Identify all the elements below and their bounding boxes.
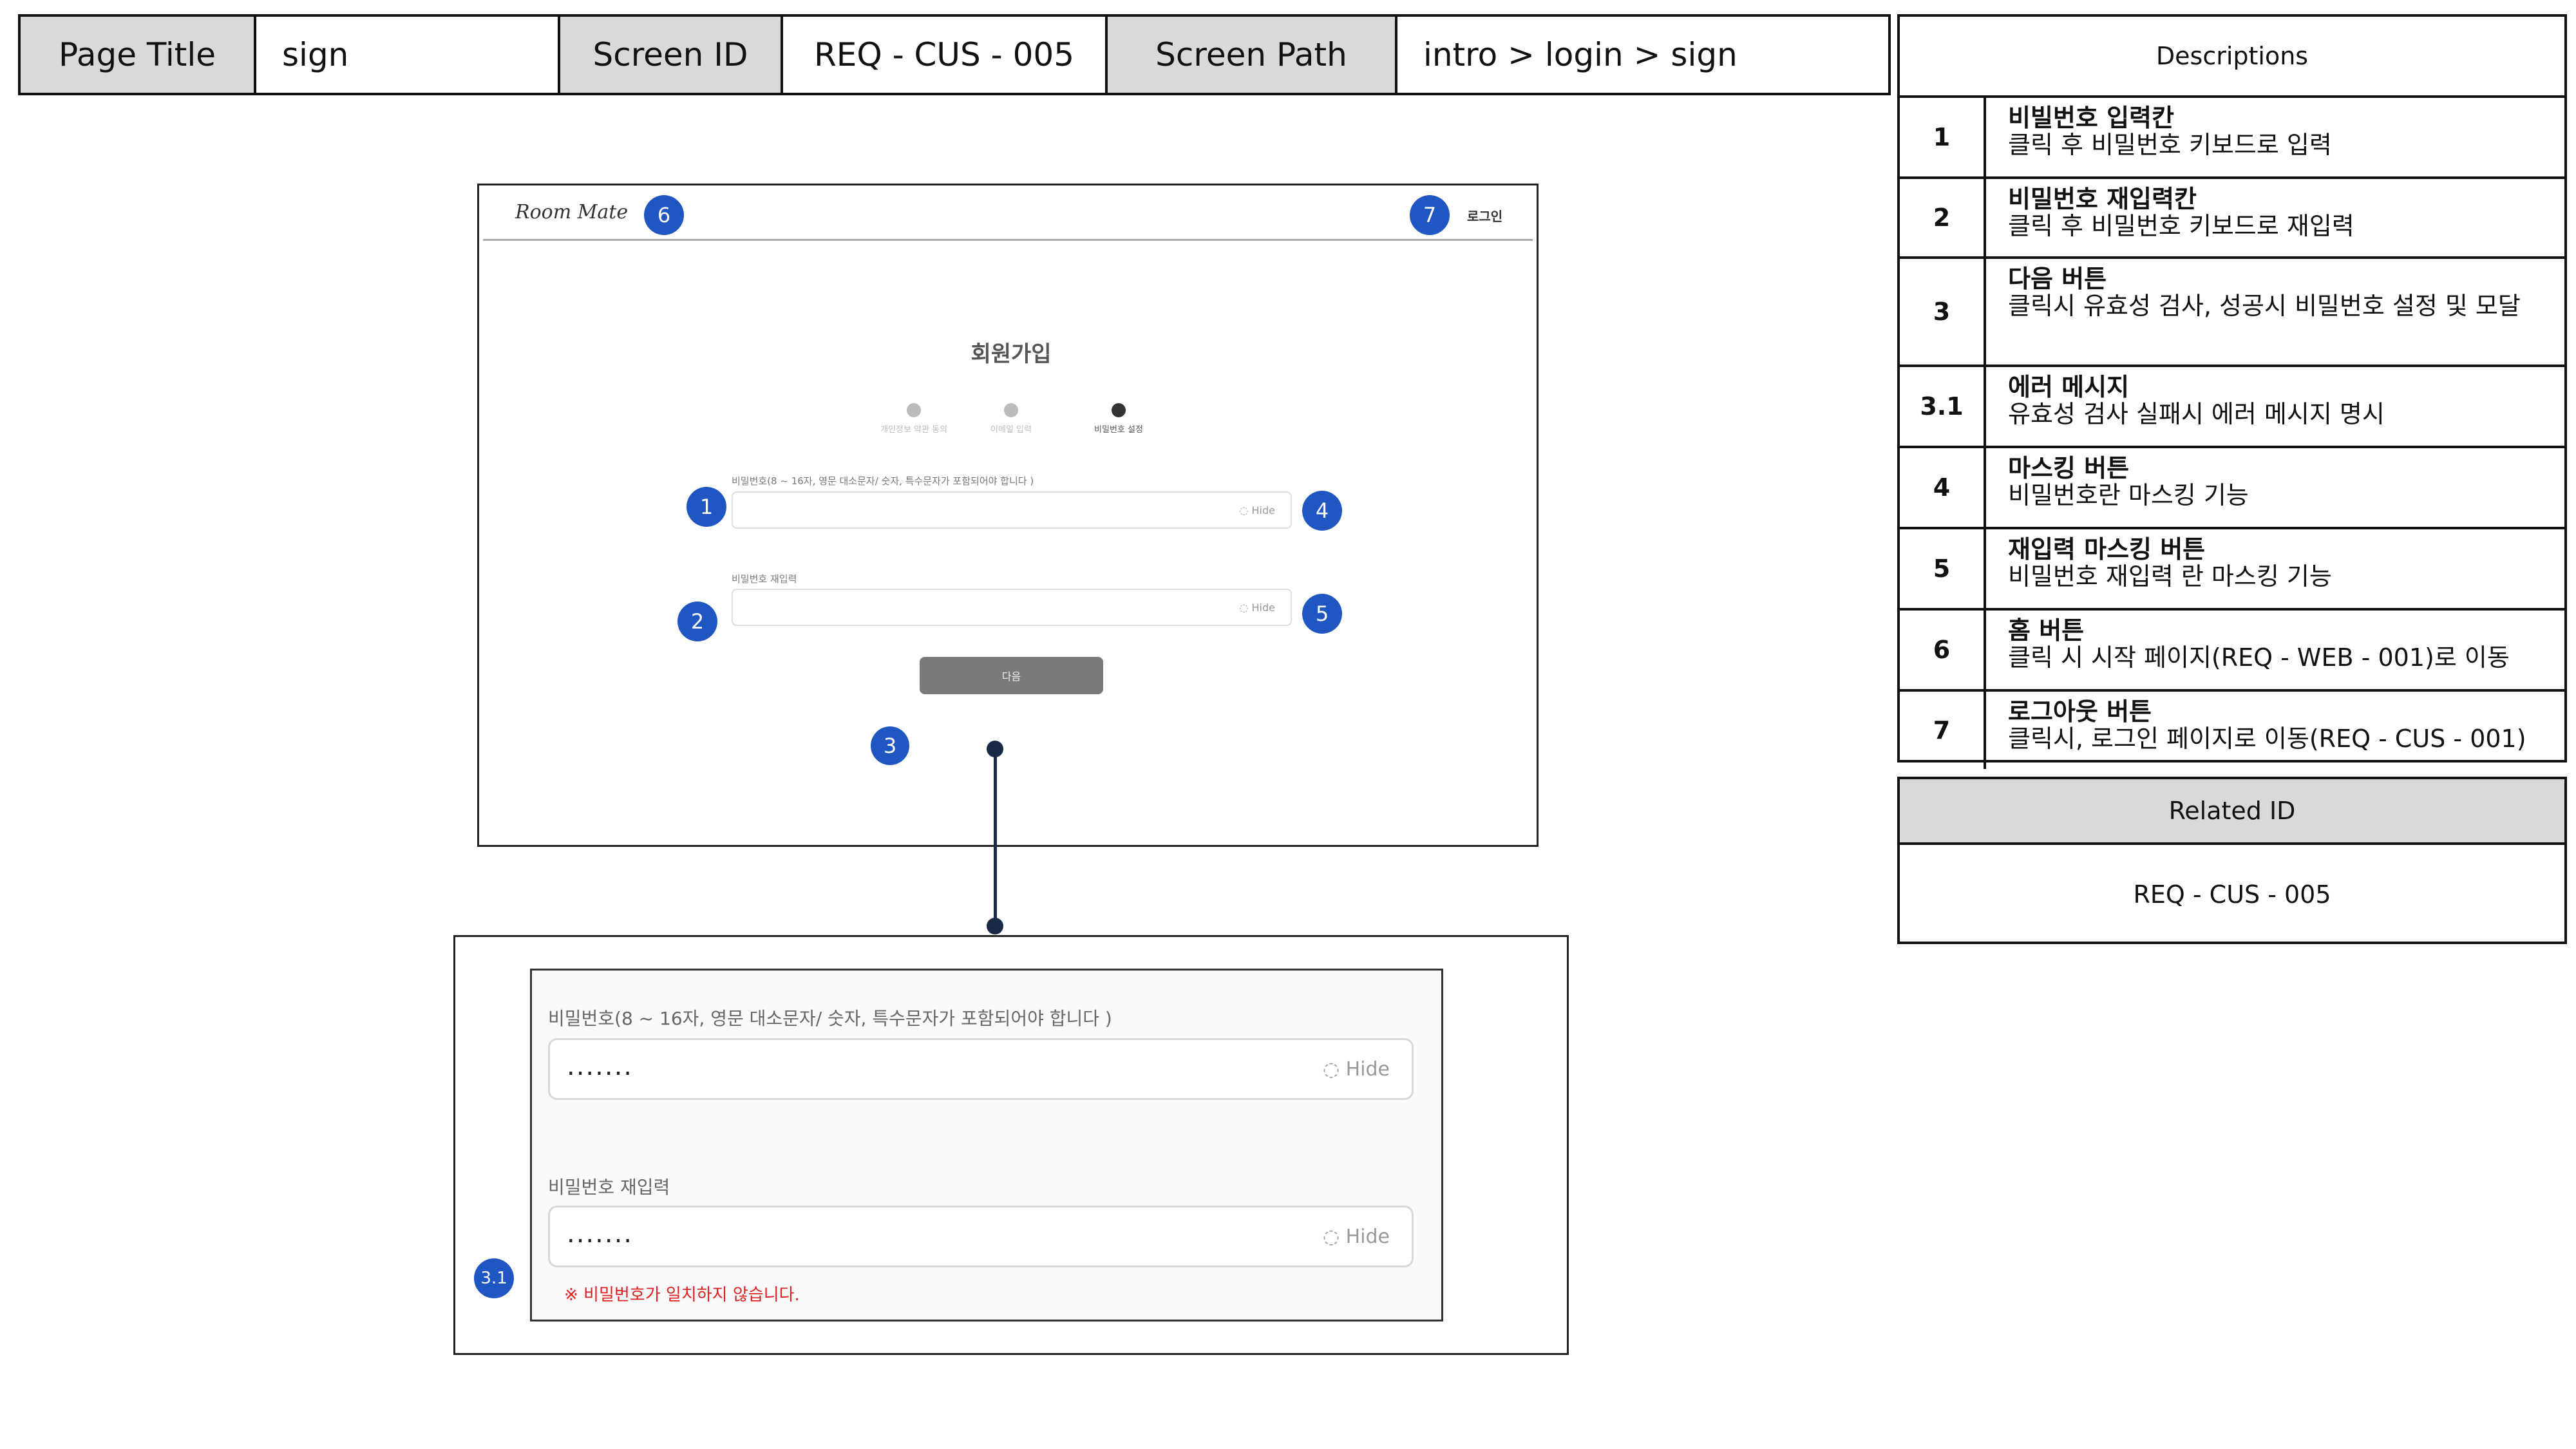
related-id-value: REQ - CUS - 005 [2133,880,2331,909]
description-body: 클릭시, 로그인 페이지로 이동(REQ - CUS - 001) [2008,724,2526,753]
description-number: 1 [1900,98,1986,176]
password-input[interactable]: ◌ Hide [732,491,1292,529]
description-row: 6 홈 버튼 클릭 시 시작 페이지(REQ - WEB - 001)로 이동 [1900,611,2564,692]
description-body: 비밀번호란 마스킹 기능 [2008,481,2249,509]
zoom-repassword-value: ....... [567,1219,634,1249]
description-number: 3 [1900,259,1986,365]
screen-id-label: Screen ID [560,17,783,93]
related-id-heading: Related ID [1900,779,2564,845]
step-2-dot [1004,403,1018,417]
step-3-dot [1112,403,1126,417]
step-1-dot [907,403,921,417]
description-body: 비밀번호 재입력 란 마스킹 기능 [2008,562,2332,591]
annotation-badge-3: 3 [871,726,909,765]
description-number: 7 [1900,692,1986,769]
description-number: 6 [1900,611,1986,689]
description-body: 유효성 검사 실패시 에러 메시지 명시 [2008,400,2385,428]
repassword-label: 비밀번호 재입력 [732,573,797,585]
zoom-password-hide-toggle[interactable]: ◌ Hide [1323,1058,1390,1081]
screen-path-label: Screen Path [1108,17,1397,93]
eye-off-icon: ◌ [1239,601,1252,614]
next-button[interactable]: 다음 [920,657,1103,694]
page-title-value: sign [256,17,560,93]
zoom-password-value: ....... [567,1052,634,1081]
annotation-badge-3-1: 3.1 [474,1258,514,1298]
zoom-password-input[interactable]: ....... ◌ Hide [548,1038,1414,1100]
home-logo[interactable]: Room Mate [515,201,628,223]
header-table: Page Title sign Screen ID REQ - CUS - 00… [18,14,1891,95]
connector-dot-bottom [987,918,1003,934]
description-number: 4 [1900,448,1986,527]
description-row: 2 비밀번호 재입력칸 클릭 후 비밀번호 키보드로 재입력 [1900,179,2564,259]
description-body: 클릭시 유효성 검사, 성공시 비밀번호 설정 및 모달 [2008,292,2521,320]
annotation-badge-7: 7 [1410,195,1450,235]
login-link[interactable]: 로그인 [1467,206,1502,225]
repassword-input[interactable]: ◌ Hide [732,589,1292,626]
zoom-repassword-input[interactable]: ....... ◌ Hide [548,1206,1414,1267]
annotation-badge-2: 2 [677,601,717,641]
screen-id-value: REQ - CUS - 005 [783,17,1108,93]
mockup-navbar [483,193,1533,241]
description-row: 1 비빌번호 입력칸 클릭 후 비밀번호 키보드로 입력 [1900,98,2564,179]
step-1-label: 개인정보 약관 동의 [880,425,947,435]
step-3-label: 비밀번호 설정 [1094,425,1143,435]
description-row: 7 로그아웃 버튼 클릭시, 로그인 페이지로 이동(REQ - CUS - 00… [1900,692,2564,769]
password-hide-toggle[interactable]: ◌ Hide [1239,504,1275,516]
description-row: 3 다음 버튼 클릭시 유효성 검사, 성공시 비밀번호 설정 및 모달 [1900,259,2564,367]
connector-line [994,748,997,925]
description-row: 5 재입력 마스킹 버튼 비밀번호 재입력 란 마스킹 기능 [1900,529,2564,611]
description-title: 비밀번호 재입력칸 [2008,185,2197,213]
page-title-label: Page Title [21,17,256,93]
annotation-badge-6: 6 [644,195,684,235]
description-title: 홈 버튼 [2008,616,2085,645]
step-2-label: 이메일 입력 [990,425,1032,435]
description-number: 5 [1900,529,1986,608]
description-body: 클릭 시 시작 페이지(REQ - WEB - 001)로 이동 [2008,643,2510,672]
zoom-password-label: 비밀번호(8 ~ 16자, 영문 대소문자/ 숫자, 특수문자가 포함되어야 합… [548,1008,1112,1029]
description-title: 에러 메시지 [2008,373,2130,401]
zoom-repassword-hide-toggle[interactable]: ◌ Hide [1323,1226,1390,1248]
descriptions-heading: Descriptions [1900,17,2564,98]
repassword-hide-toggle[interactable]: ◌ Hide [1239,601,1275,614]
signup-title: 회원가입 [971,341,1052,367]
zoom-repassword-label: 비밀번호 재입력 [548,1177,670,1198]
description-number: 2 [1900,179,1986,256]
description-row: 3.1 에러 메시지 유효성 검사 실패시 에러 메시지 명시 [1900,367,2564,448]
annotation-badge-4: 4 [1302,491,1342,531]
description-row: 4 마스킹 버튼 비밀번호란 마스킹 기능 [1900,448,2564,529]
related-id-table: Related ID REQ - CUS - 005 [1897,777,2567,944]
error-message: ※ 비밀번호가 일치하지 않습니다. [564,1285,800,1305]
eye-off-icon: ◌ [1322,1226,1346,1248]
eye-off-icon: ◌ [1239,504,1252,516]
description-title: 마스킹 버튼 [2008,454,2130,482]
description-title: 재입력 마스킹 버튼 [2008,535,2206,564]
description-title: 로그아웃 버튼 [2008,697,2152,726]
description-title: 다음 버튼 [2008,265,2107,293]
description-number: 3.1 [1900,367,1986,446]
screen-path-value: intro > login > sign [1397,17,1888,93]
description-body: 클릭 후 비밀번호 키보드로 입력 [2008,131,2332,159]
descriptions-table: Descriptions 1 비빌번호 입력칸 클릭 후 비밀번호 키보드로 입력… [1897,14,2567,769]
annotation-badge-5: 5 [1302,594,1342,634]
description-body: 클릭 후 비밀번호 키보드로 재입력 [2008,212,2354,240]
eye-off-icon: ◌ [1322,1058,1346,1081]
annotation-badge-1: 1 [687,487,726,527]
description-title: 비빌번호 입력칸 [2008,104,2174,132]
password-label: 비밀번호(8 ~ 16자, 영문 대소문자/ 숫자, 특수문자가 포함되어야 합… [732,475,1034,487]
